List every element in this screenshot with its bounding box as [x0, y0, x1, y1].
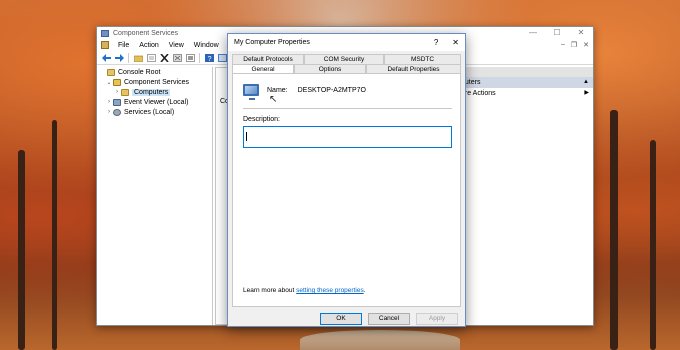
- tree-item-console-root[interactable]: Console Root: [99, 67, 212, 77]
- actions-header: s: [457, 67, 593, 77]
- text-caret: [246, 132, 247, 141]
- mdi-minimize-button[interactable]: –: [561, 41, 565, 49]
- chevron-right-icon[interactable]: ›: [113, 89, 121, 95]
- actions-section-computers[interactable]: puters ▲: [457, 77, 593, 88]
- services-icon: [113, 108, 121, 116]
- component-services-icon: [113, 78, 121, 86]
- learn-more-row: Learn more about setting these propertie…: [243, 287, 366, 294]
- tree-trunk: [52, 120, 57, 350]
- minimize-button[interactable]: —: [521, 27, 545, 39]
- tree-item-label: Services (Local): [124, 108, 175, 116]
- divider: [243, 108, 452, 109]
- tree-item-services[interactable]: › Services (Local): [99, 107, 212, 117]
- dialog-footer: OK Cancel Apply: [228, 311, 465, 326]
- folder-icon: [107, 68, 115, 76]
- computer-name-value: DESKTOP-A2MTP7O: [297, 86, 366, 94]
- window-icon[interactable]: [217, 53, 227, 63]
- dialog-title: My Computer Properties: [234, 39, 310, 46]
- tree-trunk: [18, 150, 25, 350]
- tree-item-label: Component Services: [124, 78, 189, 86]
- menu-file[interactable]: File: [115, 42, 132, 49]
- tree-item-computers[interactable]: › Computers: [99, 87, 212, 97]
- console-tree: Console Root ⌄ Component Services › Comp…: [99, 67, 213, 325]
- tab-msdtc[interactable]: MSDTC: [384, 54, 461, 64]
- ok-button[interactable]: OK: [320, 313, 362, 325]
- mmc-icon[interactable]: [101, 41, 109, 49]
- dialog-close-button[interactable]: ✕: [452, 34, 459, 51]
- cancel-button[interactable]: Cancel: [368, 313, 410, 325]
- folder-icon: [121, 88, 129, 96]
- mdi-controls: – ❐ ✕: [561, 41, 589, 49]
- tab-row-back: Default Protocols COM Security MSDTC: [232, 54, 461, 64]
- forward-arrow-icon[interactable]: [114, 53, 124, 63]
- chevron-up-icon[interactable]: ▲: [583, 77, 589, 88]
- apply-button[interactable]: Apply: [416, 313, 458, 325]
- tree-item-label: Event Viewer (Local): [124, 98, 189, 106]
- menu-action[interactable]: Action: [136, 42, 161, 49]
- tab-default-protocols[interactable]: Default Protocols: [232, 54, 304, 64]
- tree-item-event-viewer[interactable]: › Event Viewer (Local): [99, 97, 212, 107]
- tree-trunk: [610, 110, 618, 350]
- my-computer-properties-dialog: My Computer Properties ? ✕ Default Proto…: [227, 33, 466, 327]
- computer-icon: [243, 84, 259, 100]
- toolbar-separator: [128, 52, 129, 63]
- toolbar-separator: [199, 52, 200, 63]
- more-actions-label: ore Actions: [461, 90, 496, 97]
- tree-item-label: Computers: [132, 88, 171, 96]
- learn-more-prefix: Learn more about: [243, 287, 297, 294]
- tree-item-component-services[interactable]: ⌄ Component Services: [99, 77, 212, 87]
- general-tab-panel: Name: DESKTOP-A2MTP7O ↖ Description: Lea…: [232, 73, 461, 307]
- learn-more-link[interactable]: setting these properties: [296, 287, 364, 294]
- help-button[interactable]: ?: [434, 34, 438, 51]
- delete-icon[interactable]: [159, 53, 169, 63]
- name-row: Name: DESKTOP-A2MTP7O: [243, 84, 366, 100]
- name-label: Name:: [267, 86, 288, 94]
- learn-more-suffix: .: [363, 287, 366, 294]
- back-arrow-icon[interactable]: [101, 53, 111, 63]
- tree-item-label: Console Root: [118, 68, 161, 76]
- more-actions[interactable]: ore Actions ▶: [457, 88, 593, 99]
- stop-icon[interactable]: [172, 53, 182, 63]
- maximize-button[interactable]: ☐: [545, 27, 569, 39]
- tab-com-security[interactable]: COM Security: [304, 54, 384, 64]
- menu-window[interactable]: Window: [191, 42, 222, 49]
- mdi-restore-button[interactable]: ❐: [571, 41, 577, 49]
- chevron-right-icon: ▶: [584, 90, 589, 96]
- chevron-down-icon[interactable]: ⌄: [105, 79, 113, 86]
- description-input[interactable]: [243, 126, 452, 148]
- description-label: Description:: [243, 116, 280, 123]
- svg-text:?: ?: [207, 55, 211, 61]
- mdi-close-button[interactable]: ✕: [583, 41, 589, 49]
- help-icon[interactable]: ?: [204, 53, 214, 63]
- component-services-app-icon: [101, 29, 109, 37]
- chevron-right-icon[interactable]: ›: [105, 99, 113, 105]
- main-window-title: Component Services: [113, 29, 178, 37]
- actions-pane: s puters ▲ ore Actions ▶: [457, 67, 593, 325]
- tree-trunk: [650, 140, 656, 350]
- mouse-pointer-icon: ↖: [269, 94, 278, 105]
- folder-up-icon[interactable]: [133, 53, 143, 63]
- list-view-icon[interactable]: [185, 53, 195, 63]
- forest-path: [300, 330, 460, 350]
- event-viewer-icon: [113, 98, 121, 106]
- close-button[interactable]: ✕: [569, 27, 593, 39]
- properties-icon[interactable]: [146, 53, 156, 63]
- menu-view[interactable]: View: [166, 42, 187, 49]
- dialog-titlebar[interactable]: My Computer Properties ? ✕: [228, 34, 465, 51]
- chevron-right-icon[interactable]: ›: [105, 109, 113, 115]
